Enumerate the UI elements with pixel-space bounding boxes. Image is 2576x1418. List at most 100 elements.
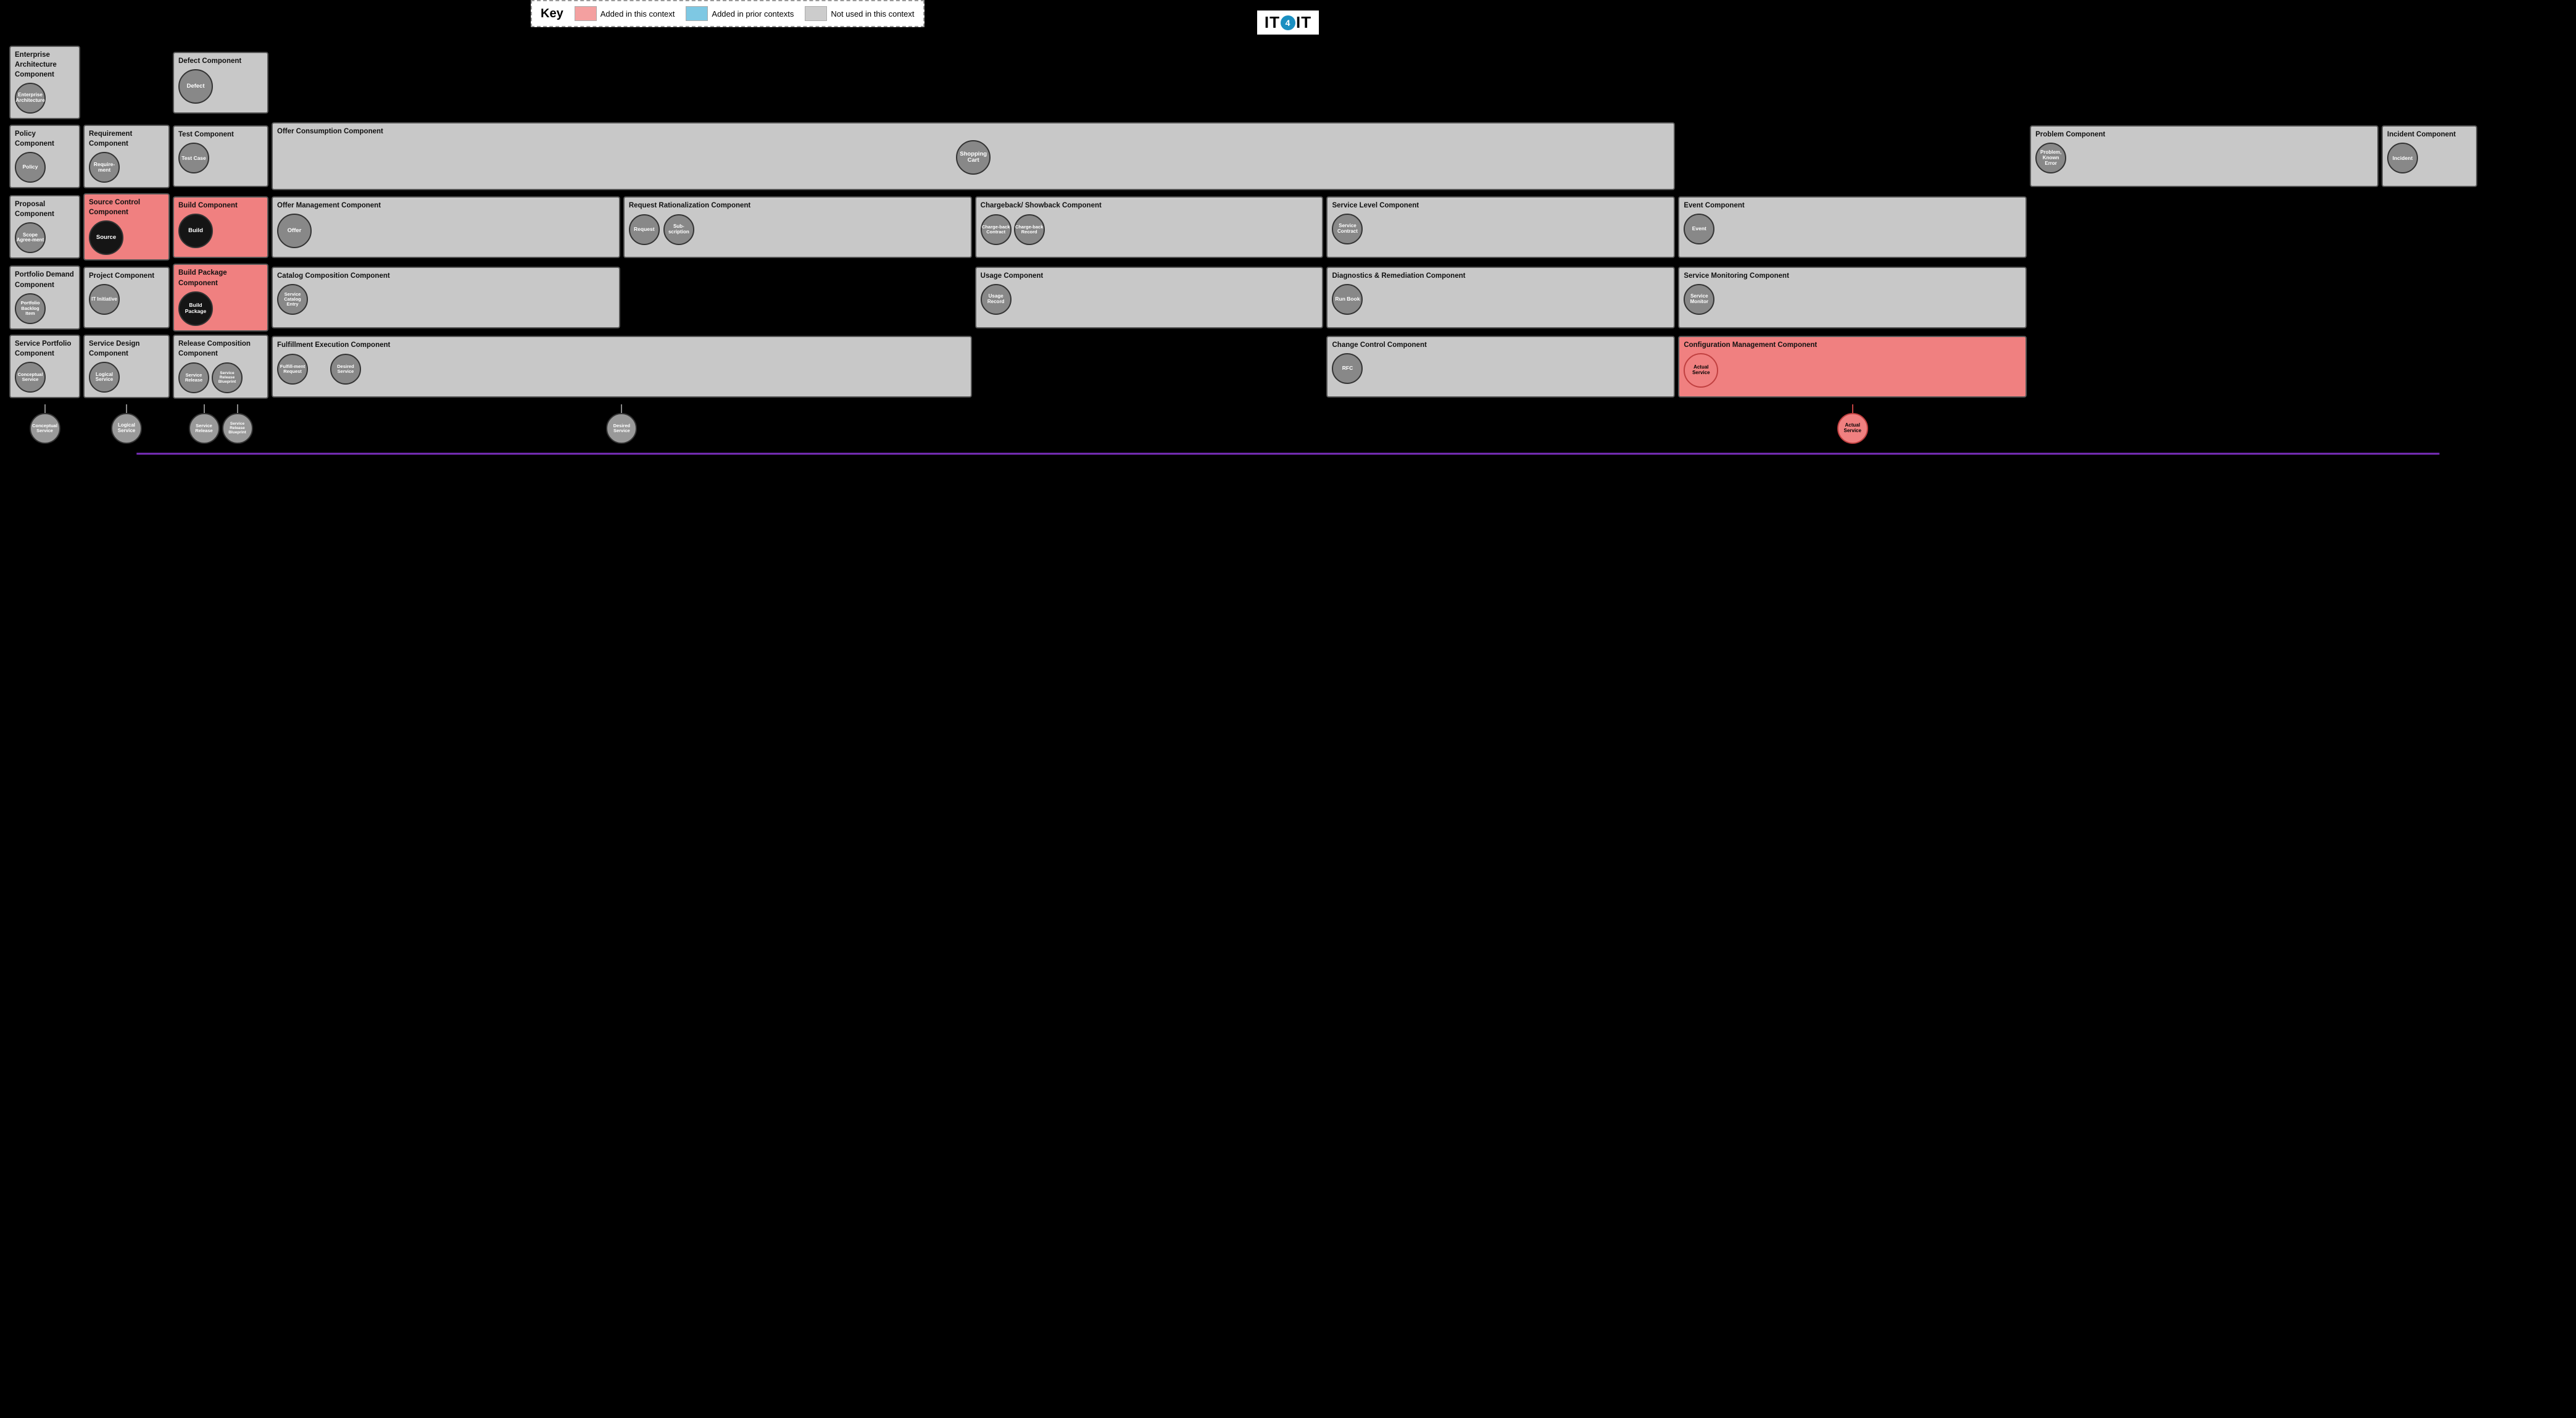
bottom-service-release-circle: Service Release [189,413,220,444]
diagram-row-2: Proposal Component Scope Agree-ment Sour… [9,193,2567,261]
cell-release-composition: Release Composition Component Service Re… [173,335,268,399]
chargeback-title: Chargeback/ Showback Component [981,201,1318,211]
cell-empty-r3c4 [623,264,972,331]
service-design-title: Service Design Component [89,339,164,359]
policy-title: Policy Component [15,129,75,149]
logo: IT4IT [1255,9,1321,36]
proposal-title: Proposal Component [15,199,75,219]
cell-portfolio-demand: Portfolio Demand Component Portfolio Bac… [9,264,80,331]
bottom-desired-circle: Desired Service [606,413,637,444]
cell-test: Test Component Test Case [173,122,268,190]
fulfillment-exec-node-wrap: Fulfill-ment Request Desired Service [277,354,966,385]
connector-line-conceptual [44,404,46,413]
connector-line-desired [621,404,622,413]
cell-config-mgmt: Configuration Management Component Actua… [1678,335,2027,399]
test-title: Test Component [178,130,263,140]
empty-r3c4 [623,294,972,301]
cell-requirement: Requirement Component Require-ment [83,122,170,190]
bottom-conceptual-wrap: Conceptual Service [9,402,80,446]
chargeback-record-circle: Charge-back Record [1014,214,1045,245]
source-circle: Source [89,220,123,255]
problem-title: Problem Component [2035,130,2373,140]
bottom-actual: Actual Service [1678,402,2027,446]
key-title: Key [541,7,563,21]
request-rationalization-title: Request Rationalization Component [629,201,966,211]
it-initiative-circle: IT Initiative [89,284,120,315]
bottom-empty2 [1326,402,1675,446]
key-swatch-pink [575,6,597,21]
bottom-line-svg [9,450,2567,457]
project-box: Project Component IT Initiative [83,267,170,328]
cell-offer-mgmt: Offer Management Component Offer [272,193,620,261]
source-control-box: Source Control Component Source [83,193,170,261]
key-swatch-gray [805,6,827,21]
service-release-circle: Service Release [178,362,209,393]
cell-service-portfolio: Service Portfolio Component Conceptual S… [9,335,80,399]
cell-build: Build Component Build [173,193,268,261]
portfolio-demand-title: Portfolio Demand Component [15,270,75,290]
problem-circle: Problem, Known Error [2035,143,2066,173]
cell-service-monitoring: Service Monitoring Component Service Mon… [1678,264,2027,331]
legend-key: Key Added in this context Added in prior… [531,0,924,27]
diagram-row-0: Enterprise Architecture Component Enterp… [9,46,2567,119]
defect-box: Defect Component Defect [173,52,268,114]
cell-usage: Usage Component Usage Record [975,264,1324,331]
change-control-node: RFC [1332,353,1669,384]
incident-title: Incident Component [2387,130,2472,140]
cell-diagnostics: Diagnostics & Remediation Component Run … [1326,264,1675,331]
connector-line-blueprint [237,404,238,413]
diagram-bottom-row: Conceptual Service Logical Service Servi… [9,402,2567,446]
diagnostics-title: Diagnostics & Remediation Component [1332,271,1669,281]
offer-mgmt-title: Offer Management Component [277,201,615,211]
key-item-pink: Added in this context [575,6,675,21]
problem-node: Problem, Known Error [2035,143,2373,173]
cell-enterprise-arch: Enterprise Architecture Component Enterp… [9,46,80,119]
build-circle: Build [178,214,213,248]
cell-fulfillment-exec: Fulfillment Execution Component Fulfill-… [272,335,972,399]
enterprise-arch-node: Enterprise Architecture [15,83,75,114]
requirement-title: Requirement Component [89,129,164,149]
cell-build-package: Build Package Component Build Package [173,264,268,331]
fulfillment-exec-box: Fulfillment Execution Component Fulfill-… [272,336,972,398]
policy-circle: Policy [15,152,46,183]
config-mgmt-box: Configuration Management Component Actua… [1678,336,2027,398]
requirement-circle: Require-ment [89,152,120,183]
service-design-node: Logical Service [89,362,164,393]
key-label-blue: Added in prior contexts [712,9,794,19]
cell-empty-r0c1 [83,46,170,119]
offer-consumption-node-wrap: Shopping Cart [277,140,1669,175]
service-contract-circle: Service Contract [1332,214,1363,244]
cell-incident: Incident Component Incident [2382,122,2477,190]
portfolio-backlog-circle: Portfolio Backlog Item [15,293,46,324]
bottom-blueprint-circle: Service Release Blueprint [222,413,253,444]
enterprise-arch-circle: Enterprise Architecture [15,83,46,114]
actual-service-circle: Actual Service [1684,353,1718,388]
incident-node: Incident [2387,143,2472,173]
defect-circle: Defect [178,69,213,104]
bottom-service-release-wrap: Service Release [189,404,220,444]
proposal-circle: Scope Agree-ment [15,222,46,253]
bottom-releases-wrap: Service Release Service Release Blueprin… [173,402,268,446]
connector-line-service-release [204,404,205,413]
empty-box-r0c10 [2480,79,2567,86]
chargeback-box: Chargeback/ Showback Component Charge-ba… [975,196,1324,258]
desired-service-label: Desired Service [330,354,361,385]
bottom-logical-circle: Logical Service [111,413,142,444]
build-package-node: Build Package [178,291,263,326]
bottom-desired-node-wrap: Desired Service [606,404,637,444]
build-box: Build Component Build [173,196,268,258]
key-label-pink: Added in this context [600,9,675,19]
problem-box: Problem Component Problem, Known Error [2030,125,2379,187]
change-control-title: Change Control Component [1332,340,1669,350]
diagram-table: Enterprise Architecture Component Enterp… [6,43,2570,449]
empty-box-r0c1 [83,79,170,86]
build-node: Build [178,214,263,248]
requirement-node: Require-ment [89,152,164,183]
chargeback-contract-circle: Charge-back Contract [981,214,1012,245]
cell-empty-r1c7 [1678,122,2027,190]
service-portfolio-title: Service Portfolio Component [15,339,75,359]
build-package-box: Build Package Component Build Package [173,264,268,331]
defect-title: Defect Component [178,56,263,66]
fulfillment-request-circle: Fulfill-ment Request [277,354,308,385]
logo-text: IT [1265,13,1280,32]
